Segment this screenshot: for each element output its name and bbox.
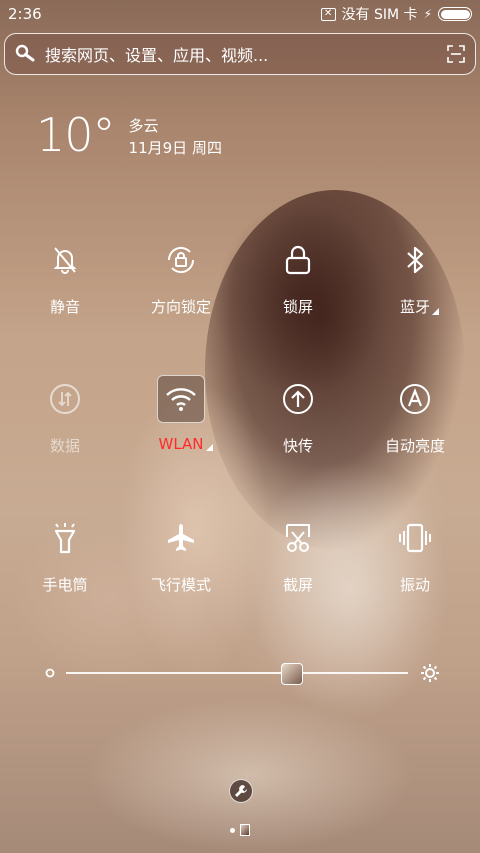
battery-icon [438, 7, 472, 21]
tile-label: 振动 [399, 576, 430, 594]
bluetooth-icon [391, 236, 439, 284]
mobile-data-icon [41, 375, 89, 423]
tile-auto-brightness[interactable]: 自动亮度 [355, 375, 475, 456]
search-bar[interactable]: 搜索网页、设置、应用、视频... [4, 33, 476, 75]
temperature: 10° [36, 108, 116, 162]
weather-date: 11月9日 周四 [128, 139, 222, 157]
bolt-icon: ⚡ [423, 7, 432, 21]
tile-screenshot[interactable]: 截屏 [238, 514, 358, 595]
flashlight-icon [41, 514, 89, 562]
airplane-icon [157, 514, 205, 562]
battery-fill [440, 9, 470, 19]
tile-label: 方向锁定 [150, 298, 211, 316]
tile-label: 自动亮度 [384, 437, 445, 455]
brightness-high-icon [421, 664, 439, 682]
x-box-icon: ✕ [320, 7, 336, 21]
tile-lock-screen[interactable]: 锁屏 [238, 236, 358, 317]
tile-label: WLAN [158, 435, 213, 453]
tile-flashlight[interactable]: 手电筒 [5, 514, 125, 595]
vibrate-icon [391, 514, 439, 562]
tile-label: 数据 [49, 437, 80, 455]
weather-condition: 多云 [128, 117, 159, 135]
brightness-slider[interactable] [44, 662, 440, 685]
weather-widget[interactable]: 10° 多云 11月9日 周四 [36, 112, 222, 159]
brightness-track[interactable] [66, 672, 408, 674]
tile-label: 锁屏 [282, 298, 313, 316]
search-icon [15, 44, 35, 62]
tile-label: 截屏 [282, 576, 313, 594]
edit-tiles-button[interactable] [229, 779, 253, 803]
tile-label: 快传 [282, 437, 313, 455]
tile-rotation-lock[interactable]: 方向锁定 [121, 236, 241, 317]
weather-info: 多云 11月9日 周四 [129, 115, 222, 159]
status-time: 2:36 [8, 5, 42, 23]
tile-vibrate[interactable]: 振动 [355, 514, 475, 595]
upload-icon [274, 375, 322, 423]
tile-mobile-data[interactable]: 数据 [5, 375, 125, 456]
screenshot-icon [274, 514, 322, 562]
status-bar: 2:36 ✕ 没有 SIM 卡 ⚡ [0, 0, 480, 28]
lock-icon [274, 236, 322, 284]
tile-bluetooth[interactable]: 蓝牙 [355, 236, 475, 317]
status-indicators: ✕ 没有 SIM 卡 ⚡ [320, 4, 472, 24]
wifi-icon [157, 375, 205, 423]
brightness-low-icon [45, 668, 55, 678]
wallpaper-stool-shape [90, 700, 410, 850]
search-placeholder: 搜索网页、设置、应用、视频... [45, 46, 269, 65]
brightness-thumb[interactable] [280, 663, 303, 685]
tile-wlan[interactable]: WLAN [121, 375, 241, 453]
tile-silent[interactable]: 静音 [5, 236, 125, 317]
bell-off-icon [41, 236, 89, 284]
network-status: 没有 SIM 卡 [341, 7, 418, 23]
scan-icon[interactable] [447, 45, 465, 63]
rotation-lock-icon [157, 236, 205, 284]
page-dot-active [230, 827, 235, 833]
auto-brightness-icon [391, 375, 439, 423]
tile-label: 飞行模式 [150, 576, 211, 594]
tile-label: 蓝牙 [399, 298, 440, 316]
tile-airplane-mode[interactable]: 飞行模式 [121, 514, 241, 595]
page-indicator [230, 824, 250, 836]
wallpaper-page-icon[interactable] [240, 824, 250, 836]
wrench-icon [235, 785, 247, 797]
tile-label: 静音 [49, 298, 80, 316]
tile-label: 手电筒 [42, 576, 88, 594]
tile-quick-share[interactable]: 快传 [238, 375, 358, 456]
